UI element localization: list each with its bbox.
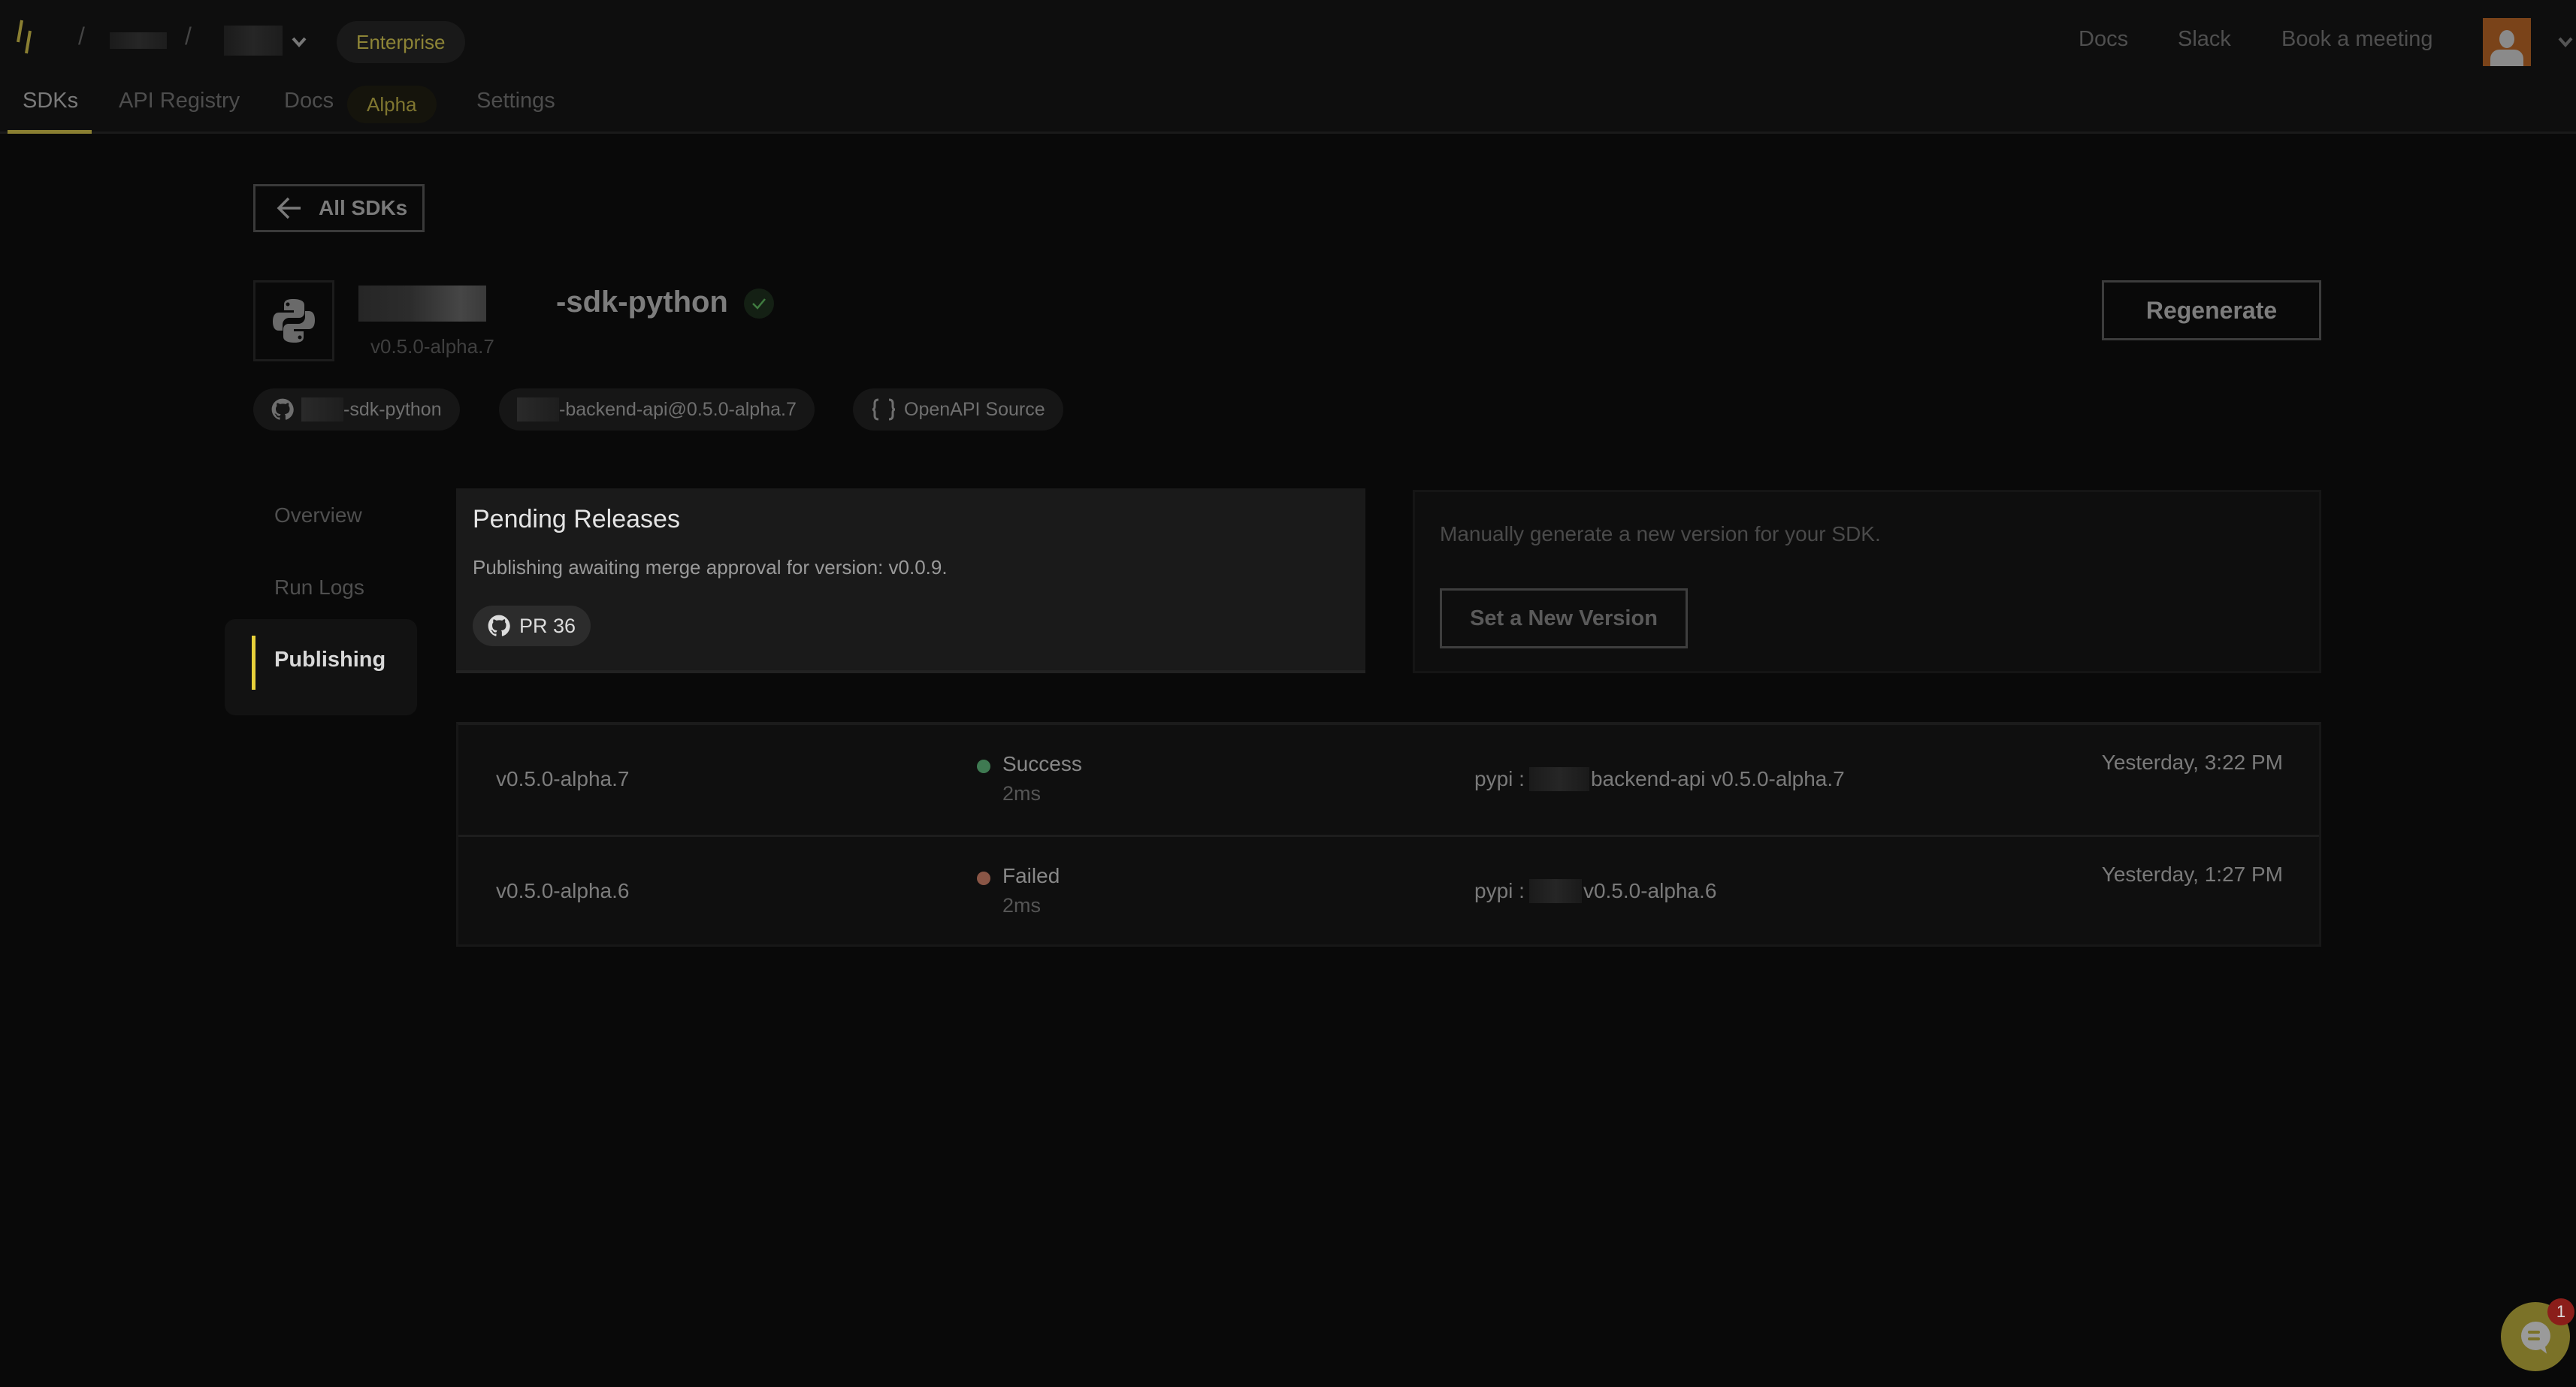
release-target: pypi : backend-api v0.5.0-alpha.7 <box>1474 767 1845 791</box>
sdk-name: -sdk-python <box>556 286 728 319</box>
pull-request-link[interactable]: PR 36 <box>473 606 591 646</box>
redacted-text <box>1528 879 1582 903</box>
status-label: Success <box>1002 752 1082 775</box>
github-repo-label: -sdk-python <box>343 398 442 420</box>
registry-label: pypi : <box>1474 767 1525 790</box>
github-icon <box>271 398 294 420</box>
manual-version-description: Manually generate a new version for your… <box>1440 522 1881 545</box>
active-tab-indicator <box>8 130 92 134</box>
table-row[interactable]: v0.5.0-alpha.7 Success 2ms pypi : backen… <box>458 725 2319 835</box>
release-version: v0.5.0-alpha.7 <box>496 767 630 790</box>
status-success-dot <box>977 760 990 773</box>
chevron-down-icon[interactable] <box>289 32 310 53</box>
tab-api-registry[interactable]: API Registry <box>119 89 240 113</box>
redacted-text <box>517 397 559 422</box>
tab-docs[interactable]: Docs <box>284 89 334 113</box>
avatar-body-shape <box>2490 50 2523 66</box>
breadcrumb-workspace-redacted[interactable] <box>224 26 283 56</box>
braces-icon <box>872 398 896 421</box>
sdk-language-logo <box>253 280 334 361</box>
avatar-head-shape <box>2499 30 2514 48</box>
openapi-spec-chip[interactable]: -backend-api@0.5.0-alpha.7 <box>499 388 815 431</box>
back-button-label: All SDKs <box>319 196 408 219</box>
pending-releases-card: Pending Releases Publishing awaiting mer… <box>456 488 1365 673</box>
sdk-version: v0.5.0-alpha.7 <box>370 335 494 358</box>
speakeasy-logo-icon[interactable] <box>15 18 33 56</box>
sidebar-item-label: Publishing <box>274 648 386 672</box>
arrow-left-icon <box>277 197 301 219</box>
release-target: pypi : v0.5.0-alpha.6 <box>1474 879 1716 903</box>
set-new-version-button[interactable]: Set a New Version <box>1440 588 1688 648</box>
tab-settings[interactable]: Settings <box>476 89 555 113</box>
regenerate-button[interactable]: Regenerate <box>2102 280 2321 340</box>
breadcrumb-org-redacted[interactable] <box>110 32 167 49</box>
openapi-spec-label: -backend-api@0.5.0-alpha.7 <box>559 398 797 420</box>
manual-version-card: Manually generate a new version for your… <box>1413 490 2321 673</box>
status-duration: 2ms <box>1002 782 1042 805</box>
release-version: v0.5.0-alpha.6 <box>496 879 630 902</box>
status-duration: 2ms <box>1002 894 1042 917</box>
pr-label: PR 36 <box>519 614 576 637</box>
package-label: v0.5.0-alpha.6 <box>1583 879 1717 902</box>
checkmark-icon <box>752 298 766 310</box>
registry-label: pypi : <box>1474 879 1525 902</box>
sidebar-item-run-logs[interactable]: Run Logs <box>274 576 364 600</box>
redacted-text <box>301 397 343 422</box>
pending-releases-title: Pending Releases <box>473 505 680 533</box>
pending-releases-description: Publishing awaiting merge approval for v… <box>473 556 948 579</box>
table-row[interactable]: v0.5.0-alpha.6 Failed 2ms pypi : v0.5.0-… <box>458 835 2319 944</box>
unread-count-badge: 1 <box>2547 1298 2574 1325</box>
release-timestamp: Yesterday, 1:27 PM <box>2101 863 2283 886</box>
sdk-name-redacted <box>358 286 486 322</box>
active-indicator <box>252 636 255 690</box>
user-avatar[interactable] <box>2483 18 2531 66</box>
openapi-source-chip[interactable]: OpenAPI Source <box>853 388 1063 431</box>
sidebar-item-publishing[interactable]: Publishing <box>225 619 417 715</box>
python-icon <box>273 299 315 343</box>
chat-bubble-icon <box>2520 1321 2550 1354</box>
openapi-source-label: OpenAPI Source <box>904 398 1045 420</box>
release-timestamp: Yesterday, 3:22 PM <box>2101 751 2283 774</box>
breadcrumb-separator: / <box>78 23 85 50</box>
package-label: backend-api v0.5.0-alpha.7 <box>1590 767 1845 790</box>
status-failed-dot <box>977 872 990 885</box>
plan-badge: Enterprise <box>337 21 465 63</box>
account-chevron-down-icon[interactable] <box>2555 32 2576 53</box>
sidebar-item-overview[interactable]: Overview <box>274 503 362 527</box>
github-icon <box>488 615 510 636</box>
alpha-badge: Alpha <box>347 86 437 123</box>
slack-link[interactable]: Slack <box>2178 27 2231 52</box>
tab-sdks[interactable]: SDKs <box>23 89 78 113</box>
status-label: Failed <box>1002 864 1060 887</box>
book-meeting-link[interactable]: Book a meeting <box>2281 27 2433 52</box>
breadcrumb-separator: / <box>185 23 192 50</box>
docs-link[interactable]: Docs <box>2079 27 2128 52</box>
top-navigation-bar: / / Enterprise Docs Slack Book a meeting… <box>0 0 2576 134</box>
redacted-text <box>1528 767 1589 791</box>
releases-table: v0.5.0-alpha.7 Success 2ms pypi : backen… <box>456 722 2321 947</box>
github-repo-chip[interactable]: -sdk-python <box>253 388 460 431</box>
all-sdks-back-button[interactable]: All SDKs <box>253 184 425 232</box>
verified-badge <box>744 289 774 319</box>
